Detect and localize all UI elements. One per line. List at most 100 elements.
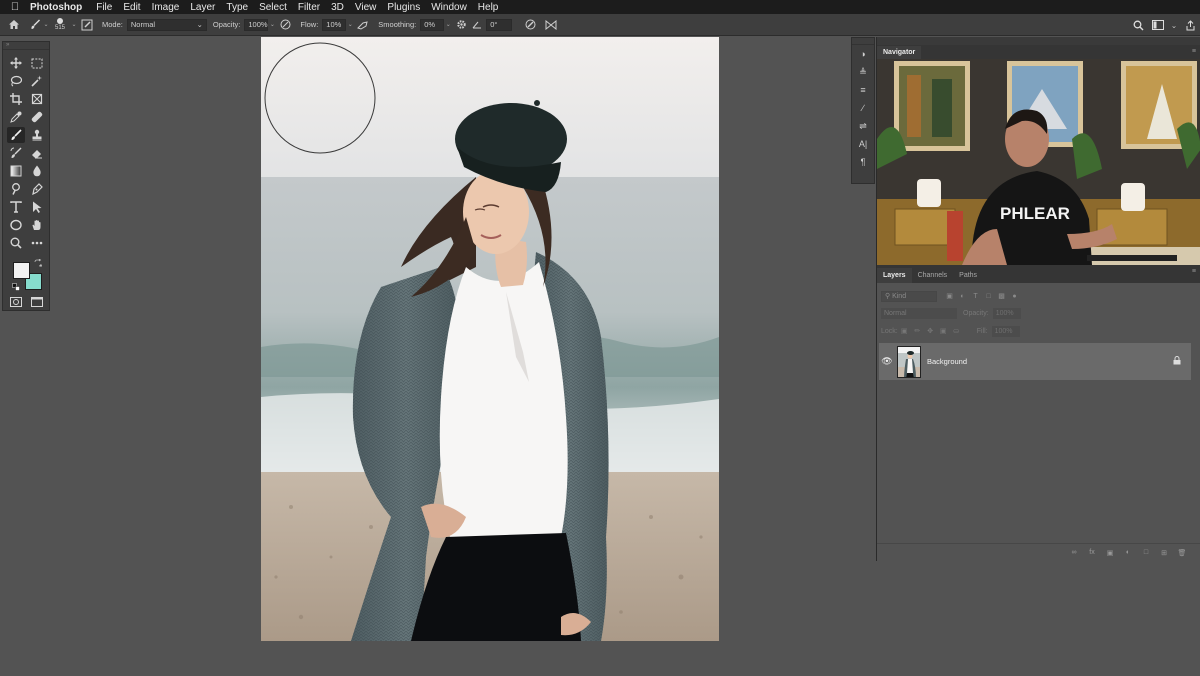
fx-icon[interactable]: fx (1083, 549, 1101, 556)
layers-menu-icon[interactable]: ≡ (1192, 268, 1196, 275)
navigator-preview[interactable]: PHLEAR (877, 59, 1200, 265)
brush-preset-icon[interactable] (28, 17, 42, 33)
menu-filter[interactable]: Filter (298, 2, 320, 13)
history-panel-icon[interactable]: ≜ (852, 63, 874, 81)
stamp-icon[interactable] (28, 127, 46, 143)
document-canvas[interactable] (261, 37, 719, 641)
type-icon[interactable] (7, 199, 25, 215)
brush-settings-panel-icon[interactable]: ∕ (852, 99, 874, 117)
pressure-opacity-icon[interactable] (276, 17, 294, 33)
smoothing-dropdown-icon[interactable]: ⌄ (444, 17, 452, 33)
lock-artboard-icon[interactable]: ▣ (937, 327, 950, 335)
menu-app-name[interactable]: Photoshop (30, 2, 82, 13)
home-icon[interactable] (0, 17, 28, 33)
menu-image[interactable]: Image (152, 2, 180, 13)
kind-filter-select[interactable]: ⚲ Kind (881, 290, 937, 302)
gear-icon[interactable] (452, 17, 470, 33)
menu-view[interactable]: View (355, 2, 377, 13)
tools-panel-grip[interactable]: » (3, 42, 49, 50)
layer-lock-icon[interactable] (1173, 356, 1181, 367)
properties-panel-icon[interactable]: ⇌ (852, 117, 874, 135)
flow-field[interactable]: 10% (322, 18, 347, 31)
pixel-filter-icon[interactable]: ▣ (943, 292, 956, 300)
new-layer-icon[interactable]: ⊞ (1155, 549, 1173, 557)
paragraph-panel-icon[interactable]: ¶ (852, 153, 874, 171)
brush-size-picker[interactable]: 515 (50, 17, 70, 32)
share-icon[interactable] (1180, 17, 1200, 33)
opacity-dropdown-icon[interactable]: ⌄ (268, 17, 276, 33)
more-icon[interactable] (28, 235, 46, 251)
delete-layer-icon[interactable]: 🗑 (1173, 549, 1191, 557)
move-icon[interactable] (7, 55, 25, 71)
opacity-field[interactable]: 100% (244, 18, 269, 31)
default-colors-icon[interactable] (11, 282, 21, 292)
menu-window[interactable]: Window (431, 2, 467, 13)
eraser-icon[interactable] (28, 145, 46, 161)
lock-all-icon[interactable]: ⛀ (950, 327, 963, 335)
hand-icon[interactable] (28, 217, 46, 233)
new-group-icon[interactable]: □ (1137, 549, 1155, 556)
pressure-size-icon[interactable] (518, 17, 542, 33)
layer-row-background[interactable]: 👁 Background (879, 343, 1191, 380)
tab-channels[interactable]: Channels (912, 268, 954, 283)
brush-preset-dropdown-icon[interactable]: ⌄ (42, 17, 50, 33)
path-select-icon[interactable] (28, 199, 46, 215)
symmetry-icon[interactable] (542, 17, 560, 33)
menu-type[interactable]: Type (226, 2, 248, 13)
layer-opacity-field[interactable]: 100% (992, 307, 1021, 319)
new-adjustment-icon[interactable]: ◐ (1119, 549, 1137, 556)
link-layers-icon[interactable]: ∞ (1065, 549, 1083, 556)
lock-image-icon[interactable]: ✏ (911, 327, 924, 335)
ellipse-icon[interactable] (7, 217, 25, 233)
marquee-icon[interactable] (28, 55, 46, 71)
flow-dropdown-icon[interactable]: ⌄ (346, 17, 354, 33)
quick-mask-icon[interactable] (7, 294, 25, 310)
eyedropper-icon[interactable] (7, 109, 25, 125)
add-mask-icon[interactable]: ▣ (1101, 549, 1119, 557)
search-icon[interactable] (1128, 17, 1148, 33)
type-filter-icon[interactable]: T (969, 293, 982, 300)
healing-icon[interactable] (28, 109, 46, 125)
pen-icon[interactable] (28, 181, 46, 197)
character-panel-icon[interactable]: A| (852, 135, 874, 153)
tab-layers[interactable]: Layers (877, 268, 912, 283)
menu-edit[interactable]: Edit (123, 2, 140, 13)
shape-filter-icon[interactable]: □ (982, 293, 995, 300)
lasso-icon[interactable] (7, 73, 25, 89)
fill-field[interactable]: 100% (991, 325, 1020, 337)
menu-select[interactable]: Select (259, 2, 287, 13)
history-brush-icon[interactable] (7, 145, 25, 161)
smart-object-filter-icon[interactable]: ▩ (995, 292, 1008, 300)
visibility-eye-icon[interactable]: 👁 (879, 356, 895, 367)
zoom-icon[interactable] (7, 235, 25, 251)
tab-paths[interactable]: Paths (953, 268, 983, 283)
menu-3d[interactable]: 3D (331, 2, 344, 13)
blur-icon[interactable] (28, 163, 46, 179)
filter-toggle-icon[interactable]: ● (1008, 293, 1021, 300)
menu-file[interactable]: File (96, 2, 112, 13)
adjustments-panel-icon[interactable]: ≡ (852, 81, 874, 99)
dodge-icon[interactable] (7, 181, 25, 197)
color-panel-icon[interactable]: ◑ (852, 45, 874, 63)
navigator-grip[interactable] (877, 37, 1200, 45)
apple-menu-icon[interactable]:  (0, 1, 30, 13)
lock-position-icon[interactable]: ✥ (924, 327, 937, 335)
panel-menu-icon[interactable]: ≡ (1192, 48, 1196, 55)
angle-field[interactable]: 0° (486, 18, 513, 31)
menu-help[interactable]: Help (478, 2, 499, 13)
adjustment-filter-icon[interactable]: ◐ (956, 293, 969, 300)
mode-select[interactable]: Normal ⌄ (126, 18, 207, 31)
blend-mode-select[interactable]: Normal (881, 307, 957, 319)
brush-settings-icon[interactable] (78, 17, 96, 33)
foreground-color-swatch[interactable] (13, 262, 30, 279)
layer-name[interactable]: Background (927, 357, 967, 366)
screen-mode-icon[interactable] (28, 294, 46, 310)
menu-plugins[interactable]: Plugins (387, 2, 420, 13)
tab-navigator[interactable]: Navigator (877, 46, 922, 59)
menu-layer[interactable]: Layer (190, 2, 215, 13)
workspace-icon[interactable] (1148, 17, 1168, 33)
smoothing-field[interactable]: 0% (420, 18, 445, 31)
swap-colors-icon[interactable] (33, 258, 43, 268)
magic-wand-icon[interactable] (28, 73, 46, 89)
strip-grip[interactable] (852, 38, 874, 45)
